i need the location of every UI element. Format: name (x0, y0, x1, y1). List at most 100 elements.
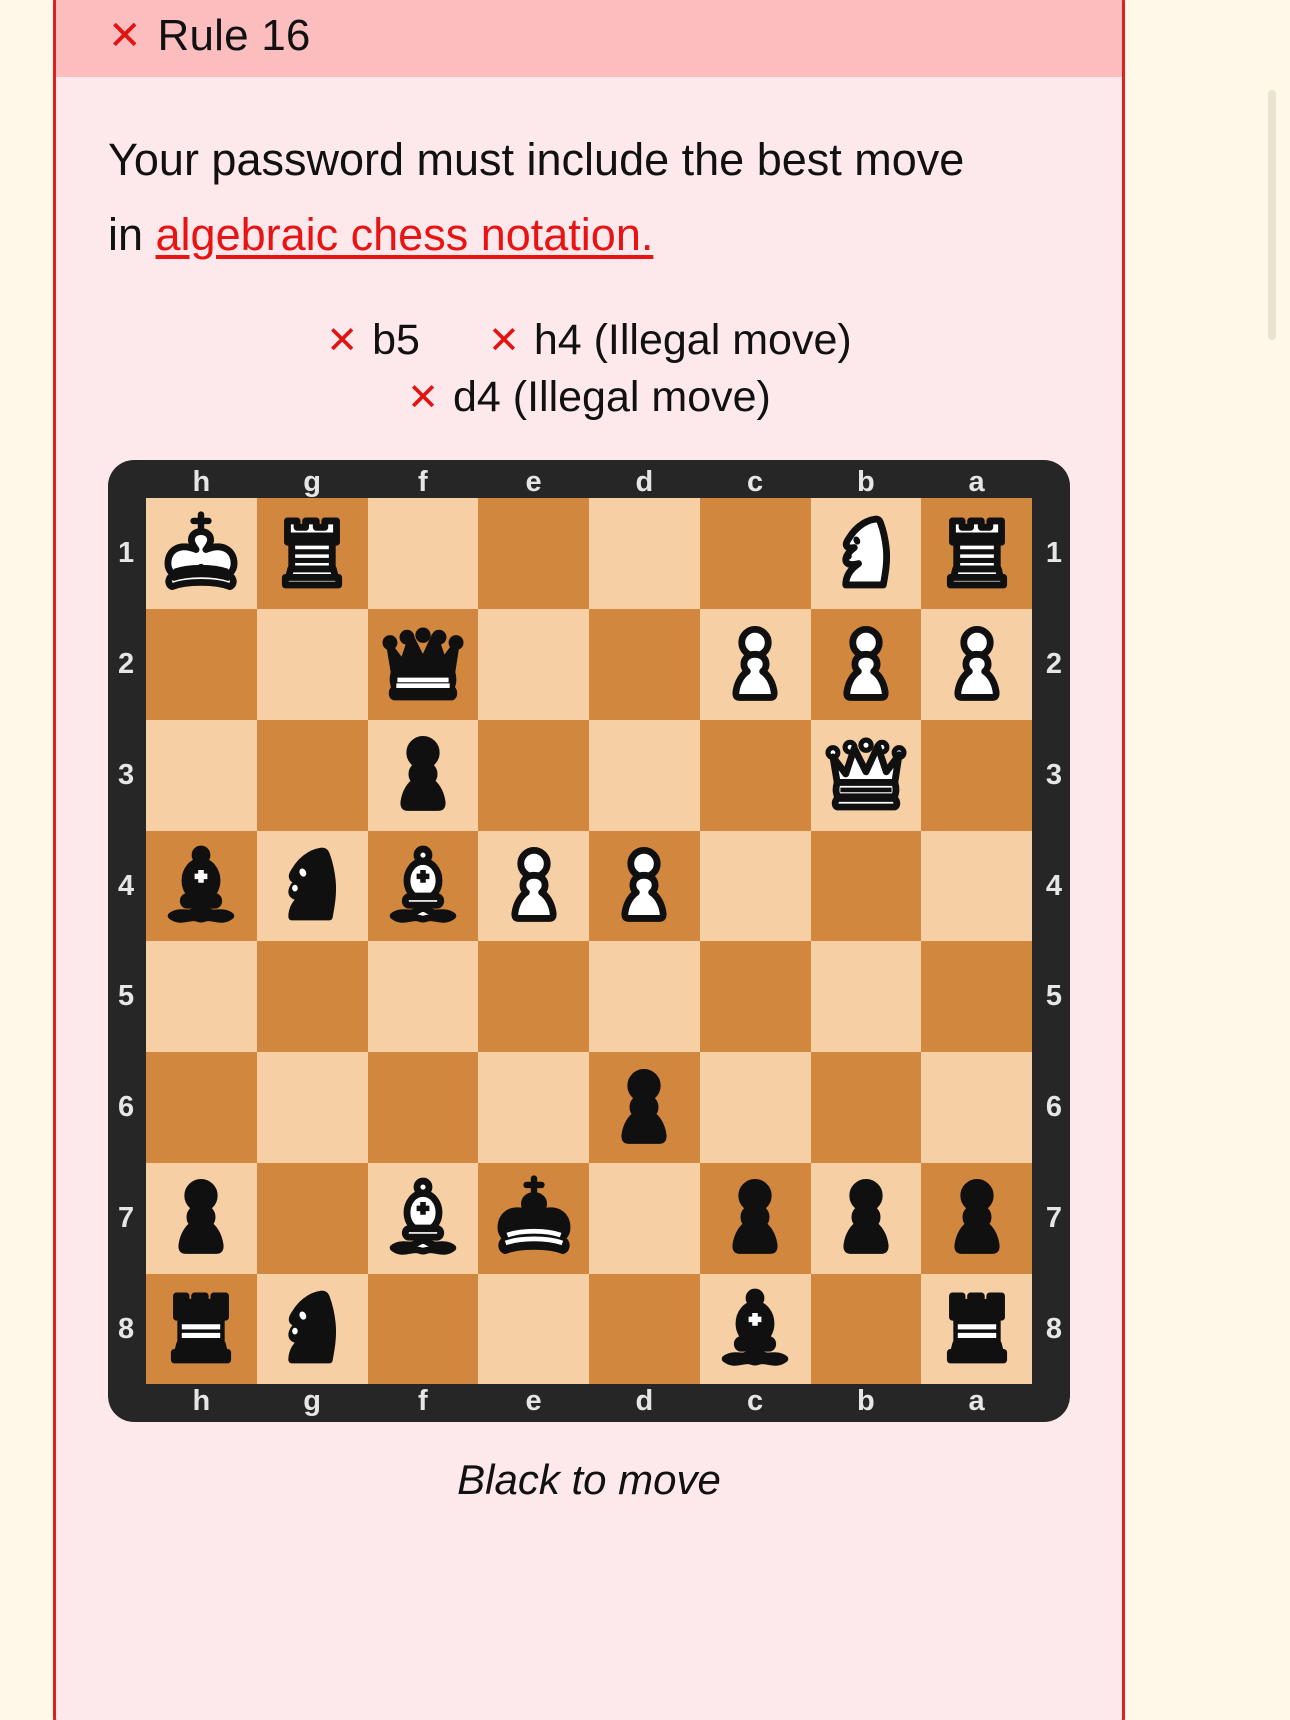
square-e5[interactable] (478, 941, 589, 1053)
black-pawn-icon[interactable] (368, 720, 479, 831)
square-h2[interactable] (146, 609, 257, 720)
square-c4[interactable] (699, 830, 811, 942)
square-a6[interactable] (921, 1052, 1032, 1163)
square-c8[interactable] (699, 1273, 811, 1385)
square-e2[interactable] (478, 609, 589, 720)
square-f7[interactable] (367, 1162, 479, 1274)
white-pawn-icon[interactable] (921, 609, 1032, 720)
square-e8[interactable] (478, 1273, 589, 1385)
scrollbar-thumb[interactable] (1268, 90, 1276, 340)
square-a2[interactable] (921, 609, 1032, 720)
algebraic-notation-link[interactable]: algebraic chess notation. (156, 209, 654, 260)
square-b2[interactable] (810, 609, 922, 720)
square-f6[interactable] (367, 1052, 479, 1163)
chessboard[interactable] (146, 498, 1032, 1385)
square-g1[interactable] (256, 498, 368, 610)
attempt-label: h4 (Illegal move) (533, 316, 852, 365)
square-d7[interactable] (589, 1162, 700, 1274)
square-f3[interactable] (367, 719, 479, 831)
square-b1[interactable] (810, 498, 922, 610)
black-bishop-icon[interactable] (700, 1274, 811, 1385)
square-h3[interactable] (146, 719, 257, 831)
square-b3[interactable] (810, 719, 922, 831)
white-bishop-icon[interactable] (368, 831, 479, 942)
white-pawn-icon[interactable] (700, 609, 811, 720)
square-g4[interactable] (256, 830, 368, 942)
square-c3[interactable] (699, 719, 811, 831)
white-rook-icon[interactable] (921, 498, 1032, 609)
square-g2[interactable] (256, 609, 368, 720)
square-c6[interactable] (699, 1052, 811, 1163)
rank-label-2: 2 (118, 648, 135, 680)
rank-labels-right: 1 2 3 4 5 6 7 8 (1046, 498, 1062, 1384)
square-f4[interactable] (367, 830, 479, 942)
x-mark-icon: ✕ (487, 319, 520, 362)
square-e3[interactable] (478, 719, 589, 831)
square-h8[interactable] (146, 1273, 257, 1385)
square-h5[interactable] (146, 941, 257, 1053)
square-d4[interactable] (589, 830, 700, 942)
square-b8[interactable] (810, 1273, 922, 1385)
square-f5[interactable] (367, 941, 479, 1053)
square-b5[interactable] (810, 941, 922, 1053)
white-queen-icon[interactable] (811, 720, 922, 831)
square-d2[interactable] (589, 609, 700, 720)
white-king-icon[interactable] (146, 498, 257, 609)
square-e1[interactable] (478, 498, 589, 610)
square-g5[interactable] (256, 941, 368, 1053)
square-a7[interactable] (921, 1162, 1032, 1274)
black-pawn-icon[interactable] (589, 1052, 700, 1163)
square-g3[interactable] (256, 719, 368, 831)
square-d3[interactable] (589, 719, 700, 831)
white-knight-icon[interactable] (811, 498, 922, 609)
white-pawn-icon[interactable] (811, 609, 922, 720)
square-a5[interactable] (921, 941, 1032, 1053)
black-pawn-icon[interactable] (921, 1163, 1032, 1274)
black-rook-icon[interactable] (146, 1274, 257, 1385)
white-rook-icon[interactable] (257, 498, 368, 609)
black-queen-icon[interactable] (368, 609, 479, 720)
square-a3[interactable] (921, 719, 1032, 831)
square-d1[interactable] (589, 498, 700, 610)
black-pawn-icon[interactable] (700, 1163, 811, 1274)
black-bishop-icon[interactable] (146, 831, 257, 942)
square-g6[interactable] (256, 1052, 368, 1163)
square-d6[interactable] (589, 1052, 700, 1163)
square-a1[interactable] (921, 498, 1032, 610)
white-pawn-icon[interactable] (478, 831, 589, 942)
square-g8[interactable] (256, 1273, 368, 1385)
white-pawn-icon[interactable] (589, 831, 700, 942)
square-d5[interactable] (589, 941, 700, 1053)
square-f1[interactable] (367, 498, 479, 610)
white-bishop-icon[interactable] (368, 1163, 479, 1274)
square-f8[interactable] (367, 1273, 479, 1385)
square-c2[interactable] (699, 609, 811, 720)
square-b6[interactable] (810, 1052, 922, 1163)
square-e6[interactable] (478, 1052, 589, 1163)
black-pawn-icon[interactable] (146, 1163, 257, 1274)
square-g7[interactable] (256, 1162, 368, 1274)
square-f2[interactable] (367, 609, 479, 720)
square-b7[interactable] (810, 1162, 922, 1274)
square-h7[interactable] (146, 1162, 257, 1274)
square-e4[interactable] (478, 830, 589, 942)
black-knight-icon[interactable] (257, 1274, 368, 1385)
square-d8[interactable] (589, 1273, 700, 1385)
black-knight-icon[interactable] (257, 831, 368, 942)
black-king-icon[interactable] (478, 1163, 589, 1274)
black-pawn-icon[interactable] (811, 1163, 922, 1274)
square-h1[interactable] (146, 498, 257, 610)
square-c7[interactable] (699, 1162, 811, 1274)
black-rook-icon[interactable] (921, 1274, 1032, 1385)
vertical-scrollbar[interactable] (1268, 0, 1284, 1720)
square-e7[interactable] (478, 1162, 589, 1274)
square-h4[interactable] (146, 830, 257, 942)
square-c1[interactable] (699, 498, 811, 610)
square-a8[interactable] (921, 1273, 1032, 1385)
file-label-b: b (857, 1385, 875, 1418)
square-h6[interactable] (146, 1052, 257, 1163)
square-a4[interactable] (921, 830, 1032, 942)
file-label-g: g (303, 466, 321, 499)
square-c5[interactable] (699, 941, 811, 1053)
square-b4[interactable] (810, 830, 922, 942)
